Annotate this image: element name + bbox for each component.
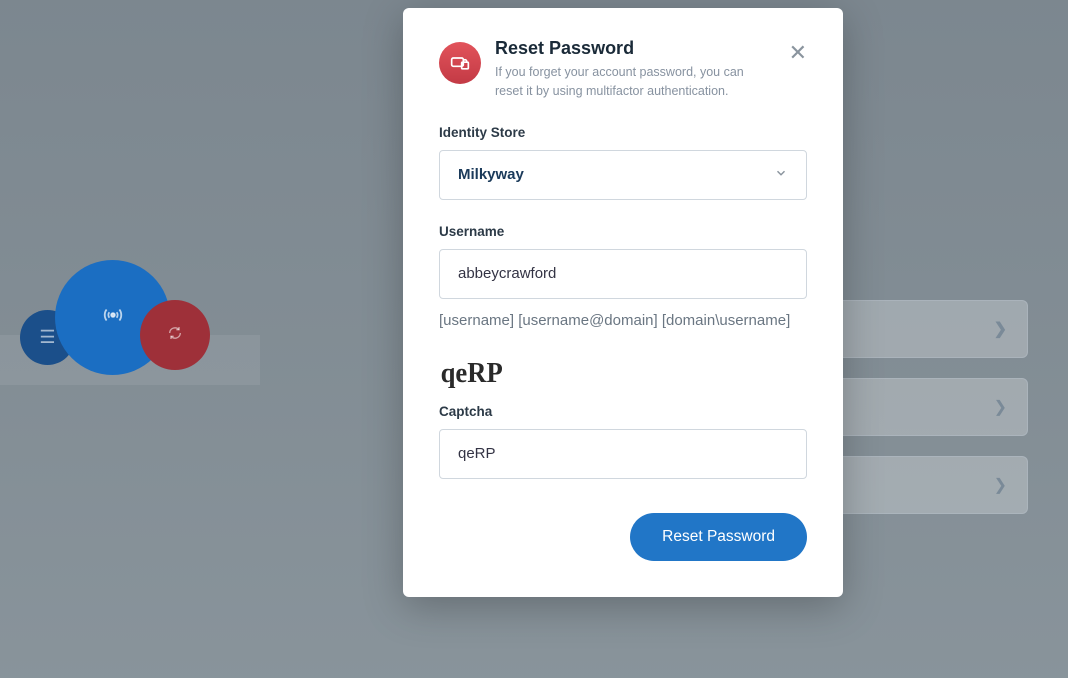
refresh-icon xyxy=(167,325,183,346)
cloud-right-small xyxy=(140,300,210,370)
identity-store-selected: Milkyway xyxy=(458,166,524,183)
reset-password-button[interactable]: Reset Password xyxy=(630,513,807,561)
modal-title: Reset Password xyxy=(495,38,775,59)
captcha-label: Captcha xyxy=(439,404,807,419)
captcha-image: qeRP xyxy=(441,358,503,390)
captcha-input[interactable] xyxy=(439,429,807,479)
username-input[interactable] xyxy=(439,249,807,299)
reset-password-modal: Reset Password If you forget your accoun… xyxy=(403,8,843,597)
username-hint: [username] [username@domain] [domain\use… xyxy=(439,309,807,332)
close-icon[interactable]: ✕ xyxy=(789,38,807,64)
chevron-right-icon: ❯ xyxy=(994,319,1007,339)
identity-store-select[interactable]: Milkyway xyxy=(439,150,807,200)
identity-store-label: Identity Store xyxy=(439,125,807,140)
reset-password-icon xyxy=(439,42,481,84)
chevron-down-icon xyxy=(774,166,788,183)
broadcast-icon xyxy=(102,304,124,331)
chevron-right-icon: ❯ xyxy=(994,475,1007,495)
username-label: Username xyxy=(439,224,807,239)
chevron-right-icon: ❯ xyxy=(994,397,1007,417)
modal-subtitle: If you forget your account password, you… xyxy=(495,63,775,101)
card-icon: ☰ xyxy=(39,327,55,348)
decorative-clouds: ☰ xyxy=(20,260,220,370)
